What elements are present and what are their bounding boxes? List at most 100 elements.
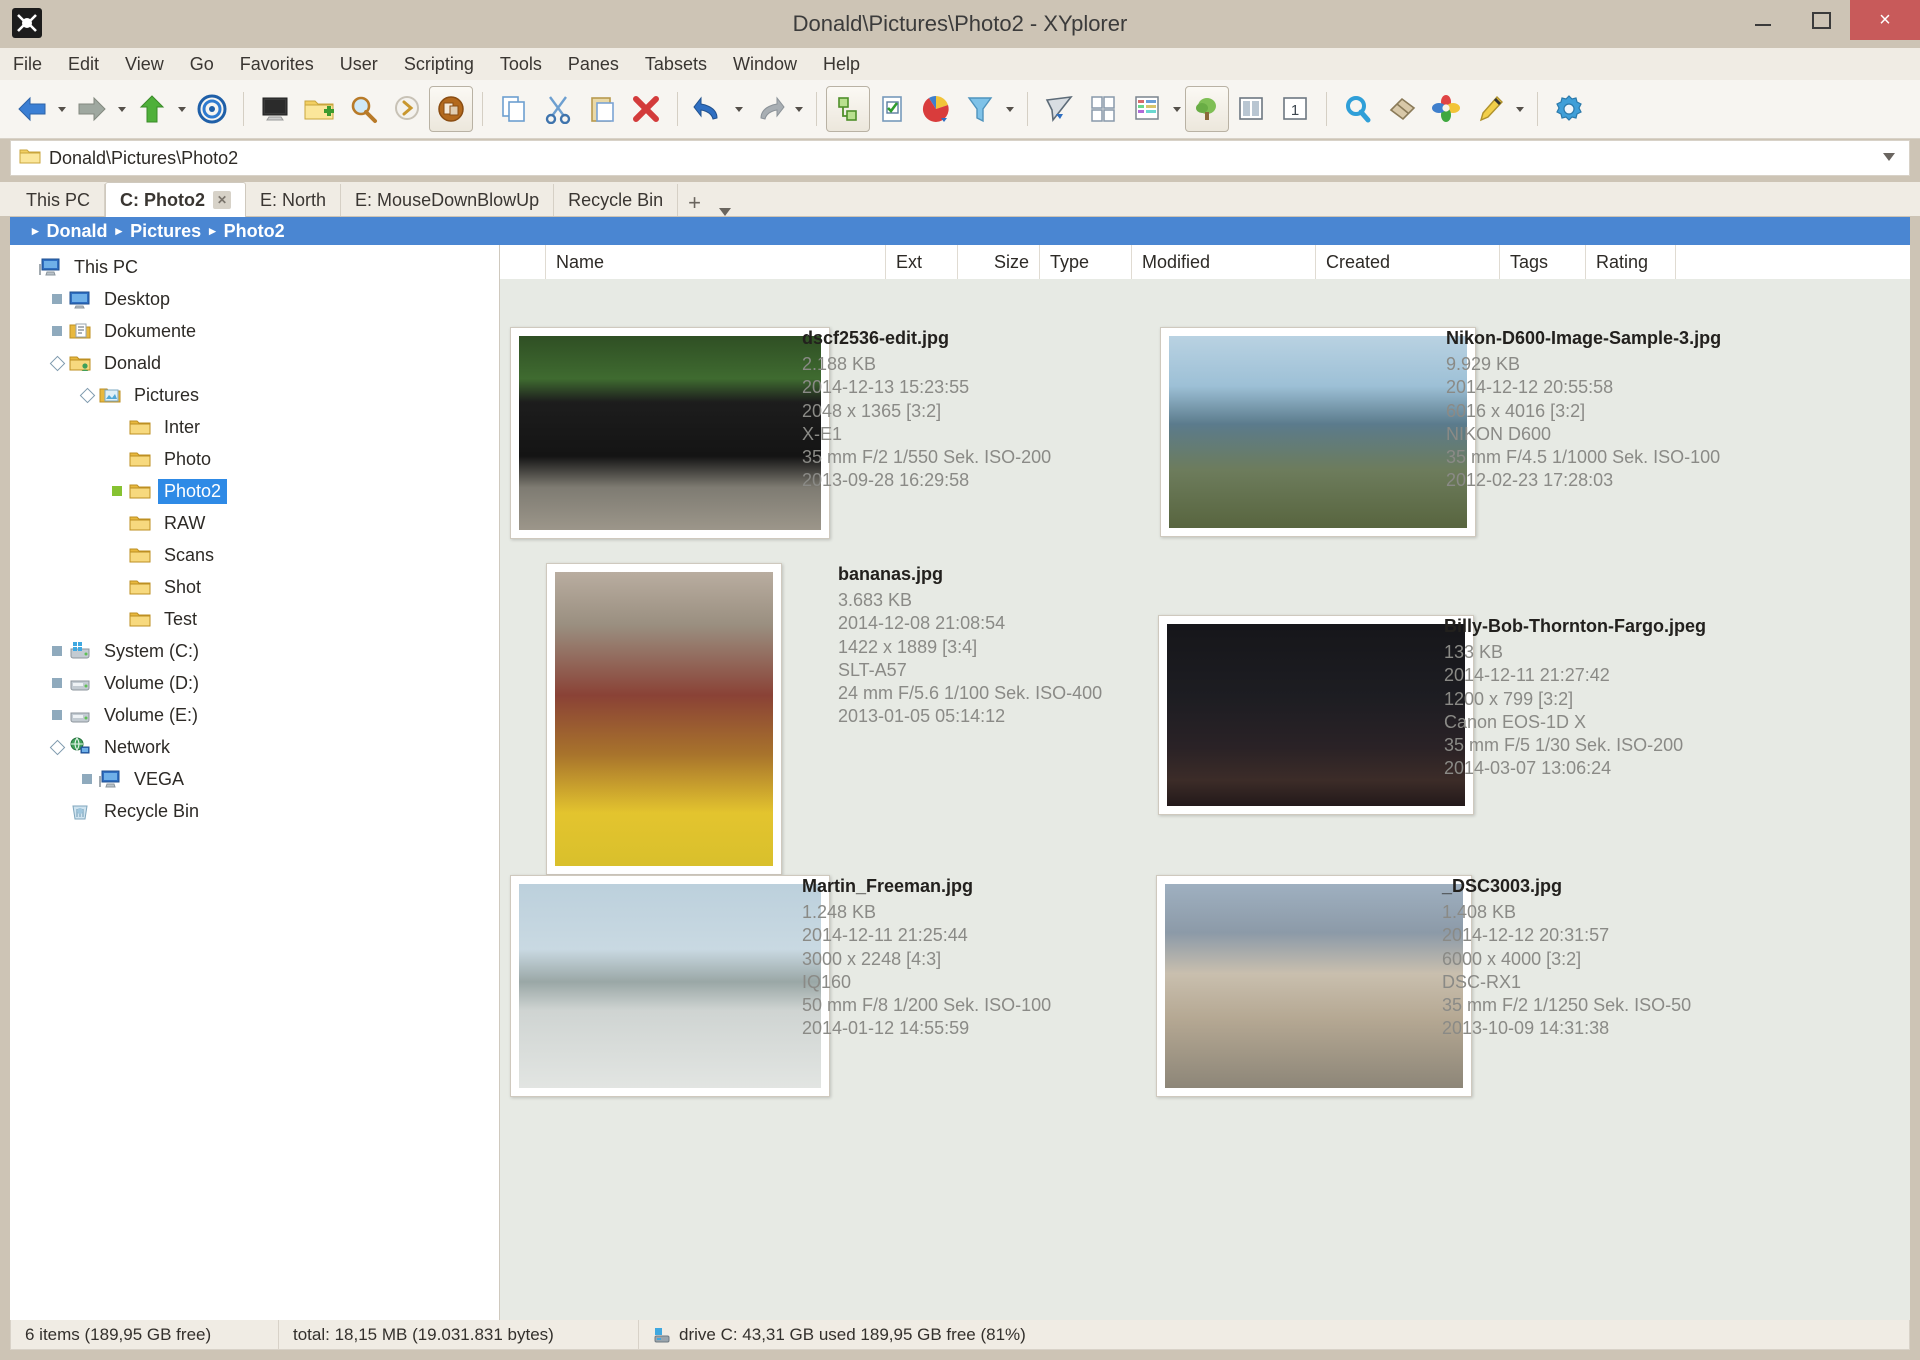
file-item[interactable]: _DSC3003.jpg1.408 KB2014-12-12 20:31:576…	[1156, 875, 1691, 1097]
column-header-size[interactable]: Size	[958, 245, 1040, 279]
breadcrumb-donald[interactable]: Donald	[47, 221, 108, 242]
tree-item-inter[interactable]: Inter	[10, 411, 499, 443]
address-bar[interactable]: Donald\Pictures\Photo2	[10, 140, 1910, 176]
tree-item-network[interactable]: Network	[10, 731, 499, 763]
tree-item-desktop[interactable]: Desktop	[10, 283, 499, 315]
add-tab-button[interactable]: +	[678, 190, 711, 216]
paste-button[interactable]	[580, 85, 624, 133]
tree-item-photo2[interactable]: Photo2	[10, 475, 499, 507]
single-pane-button[interactable]: 1	[1273, 85, 1317, 133]
tab-recycle-bin[interactable]: Recycle Bin	[554, 184, 678, 216]
file-item[interactable]: Nikon-D600-Image-Sample-3.jpg9.929 KB201…	[1160, 327, 1721, 537]
expander-collapsed-icon[interactable]	[50, 324, 64, 338]
expander-expanded-icon[interactable]	[50, 740, 64, 754]
split-panes-button[interactable]	[1229, 85, 1273, 133]
details-view-dropdown[interactable]	[1169, 85, 1185, 133]
tree-item-pictures[interactable]: Pictures	[10, 379, 499, 411]
tab-this-pc[interactable]: This PC	[12, 184, 105, 216]
back-dropdown[interactable]	[54, 85, 70, 133]
tab-list-button[interactable]	[711, 208, 739, 216]
redo-button[interactable]	[747, 85, 791, 133]
dual-pane-sync-button[interactable]	[429, 86, 473, 132]
thumbnail-frame[interactable]	[1158, 615, 1474, 815]
paper-plane-button[interactable]	[1037, 85, 1081, 133]
folder-tree-pane[interactable]: This PCDesktopDokumenteDonaldPicturesInt…	[10, 245, 500, 1320]
column-header-name[interactable]: Name	[546, 245, 886, 279]
thumbnail-frame[interactable]	[546, 563, 782, 875]
thumbnail-image[interactable]	[1167, 624, 1465, 806]
column-header-created[interactable]: Created	[1316, 245, 1500, 279]
thumbnail-image[interactable]	[555, 572, 773, 866]
tree-item-photo[interactable]: Photo	[10, 443, 499, 475]
maximize-button[interactable]	[1792, 0, 1850, 40]
back-button[interactable]	[10, 85, 54, 133]
menu-tools[interactable]: Tools	[487, 51, 555, 78]
tree-item-raw[interactable]: RAW	[10, 507, 499, 539]
expander-collapsed-icon[interactable]	[50, 644, 64, 658]
expander-collapsed-icon[interactable]	[50, 708, 64, 722]
menu-favorites[interactable]: Favorites	[227, 51, 327, 78]
delete-button[interactable]	[624, 85, 668, 133]
thumbnail-frame[interactable]	[510, 875, 830, 1097]
thumbnail-image[interactable]	[1169, 336, 1467, 528]
tree-item-scans[interactable]: Scans	[10, 539, 499, 571]
tab-e-mousedownblowup[interactable]: E: MouseDownBlowUp	[341, 184, 554, 216]
close-button[interactable]: ×	[1850, 0, 1920, 40]
thumbnail-image[interactable]	[519, 336, 821, 530]
selection-filter-button[interactable]	[870, 85, 914, 133]
tree-item-this-pc[interactable]: This PC	[10, 251, 499, 283]
file-item[interactable]: Martin_Freeman.jpg1.248 KB2014-12-11 21:…	[510, 875, 1051, 1097]
find-files-button[interactable]	[341, 85, 385, 133]
color-filter-button[interactable]	[1424, 85, 1468, 133]
chevron-down-icon[interactable]	[1883, 153, 1895, 161]
thumbnail-image[interactable]	[519, 884, 821, 1088]
menu-scripting[interactable]: Scripting	[391, 51, 487, 78]
menu-go[interactable]: Go	[177, 51, 227, 78]
tree-item-system-c[interactable]: System (C:)	[10, 635, 499, 667]
thumbnail-frame[interactable]	[1160, 327, 1476, 537]
file-list-pane[interactable]: NameExtSizeTypeModifiedCreatedTagsRating…	[500, 245, 1910, 1320]
tree-item-donald[interactable]: Donald	[10, 347, 499, 379]
column-header-tags[interactable]: Tags	[1500, 245, 1586, 279]
thumbnail-image[interactable]	[1165, 884, 1463, 1088]
breadcrumb-photo2[interactable]: Photo2	[224, 221, 285, 242]
forward-dropdown[interactable]	[114, 85, 130, 133]
redo-dropdown[interactable]	[791, 85, 807, 133]
highlighter-dropdown[interactable]	[1512, 85, 1528, 133]
breadcrumb-pictures[interactable]: Pictures	[130, 221, 201, 242]
new-folder-button[interactable]	[297, 85, 341, 133]
expander-expanded-icon[interactable]	[50, 356, 64, 370]
cut-button[interactable]	[536, 85, 580, 133]
menu-edit[interactable]: Edit	[55, 51, 112, 78]
tag-button[interactable]	[1380, 85, 1424, 133]
highlighter-button[interactable]	[1468, 85, 1512, 133]
menu-panes[interactable]: Panes	[555, 51, 632, 78]
thumbnails-view-button[interactable]	[1185, 86, 1229, 132]
file-item[interactable]: dscf2536-edit.jpg2.188 KB2014-12-13 15:2…	[510, 327, 1051, 539]
column-header-rating[interactable]: Rating	[1586, 245, 1676, 279]
tab-c-photo2[interactable]: C: Photo2 ✕	[105, 182, 246, 217]
column-header-ext[interactable]: Ext	[886, 245, 958, 279]
expander-expanded-icon[interactable]	[80, 388, 94, 402]
undo-button[interactable]	[687, 85, 731, 133]
tree-item-volume-d[interactable]: Volume (D:)	[10, 667, 499, 699]
folder-report-button[interactable]	[914, 85, 958, 133]
tab-e-north[interactable]: E: North	[246, 184, 341, 216]
thumbnail-frame[interactable]	[510, 327, 830, 539]
up-dropdown[interactable]	[174, 85, 190, 133]
undo-dropdown[interactable]	[731, 85, 747, 133]
branch-view-button[interactable]	[826, 86, 870, 132]
expander-collapsed-icon[interactable]	[50, 676, 64, 690]
expander-collapsed-icon[interactable]	[50, 292, 64, 306]
menu-view[interactable]: View	[112, 51, 177, 78]
list-view-button[interactable]	[1081, 85, 1125, 133]
menu-user[interactable]: User	[327, 51, 391, 78]
address-input[interactable]: Donald\Pictures\Photo2	[49, 148, 238, 169]
file-item[interactable]: Billy-Bob-Thornton-Fargo.jpeg133 KB2014-…	[1158, 615, 1706, 815]
tree-item-vega[interactable]: VEGA	[10, 763, 499, 795]
menu-help[interactable]: Help	[810, 51, 873, 78]
file-item[interactable]: bananas.jpg3.683 KB2014-12-08 21:08:5414…	[546, 563, 1102, 875]
tree-item-dokumente[interactable]: Dokumente	[10, 315, 499, 347]
column-header-modified[interactable]: Modified	[1132, 245, 1316, 279]
copy-button[interactable]	[492, 85, 536, 133]
